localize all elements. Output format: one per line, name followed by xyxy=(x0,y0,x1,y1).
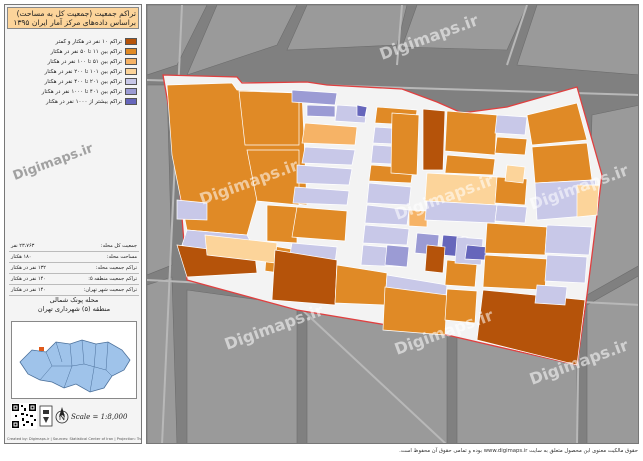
legend-item: تراکم بین ۱۱ تا ۵۰ نفر در هکتار xyxy=(51,47,137,56)
watermark-text: Digimaps.ir xyxy=(10,141,96,184)
legend-swatch xyxy=(125,78,137,85)
qr-code-icon xyxy=(11,403,37,429)
legend-swatch xyxy=(125,38,137,45)
neighborhood-title: محله پونک شمالی منطقه (۵) شهرداری تهران xyxy=(37,296,111,313)
legend-item: تراکم بین ۱۰۱ تا ۲۰۰ نفر در هکتار xyxy=(45,67,137,76)
stat-label: مساحت محله: xyxy=(106,254,137,260)
legend-item: تراکم بین ۴۰۱ تا ۱۰۰۰ نفر در هکتار xyxy=(42,87,137,96)
stat-row: مساحت محله: ۱۸۰ هکتار xyxy=(9,252,139,263)
legend-swatch xyxy=(125,98,137,105)
stat-row: جمعیت کل محله: ۲۳،۷۶۳ نفر xyxy=(9,241,139,252)
stat-value: ۱۸۰ هکتار xyxy=(11,254,32,260)
tehran-inset-map xyxy=(11,321,137,399)
tehran-districts-shape xyxy=(19,339,131,393)
legend-swatch xyxy=(125,88,137,95)
stat-label: تراکم جمعیت شهر تهران: xyxy=(83,287,137,293)
stat-label: جمعیت کل محله: xyxy=(100,243,137,249)
inset-map-svg xyxy=(19,339,131,393)
north-arrow-icon xyxy=(55,407,69,424)
stat-value: ۱۴۰ نفر در هکتار xyxy=(11,287,46,293)
digimaps-logo-icon xyxy=(39,405,53,427)
map-sheet: تراکم جمعیت (جمعیت کل به مساحت) براساس د… xyxy=(0,0,643,461)
stat-label: تراکم جمعیت منطقه ۵: xyxy=(88,276,137,282)
neighborhood-marker xyxy=(39,347,44,351)
stat-value: ۲۳،۷۶۳ نفر xyxy=(11,243,35,249)
legend-panel: تراکم جمعیت (جمعیت کل به مساحت) براساس د… xyxy=(4,4,142,444)
legend-label: تراکم بین ۲۰۱ تا ۴۰۰ نفر در هکتار xyxy=(44,78,122,85)
stat-value: ۱۳۲ نفر در هکتار xyxy=(11,265,46,271)
legend-swatch xyxy=(125,48,137,55)
legend-label: تراکم بین ۴۰۱ تا ۱۰۰۰ نفر در هکتار xyxy=(41,88,122,95)
copyright-footer: حقوق مالکیت معنوی این محصول متعلق به سای… xyxy=(399,448,638,454)
legend-item: تراکم بیشتر از ۱۰۰۰ نفر در هکتار xyxy=(46,97,137,106)
legend-label: تراکم بین ۵۱ تا ۱۰۰ نفر در هکتار xyxy=(47,58,122,65)
legend-item: تراکم بین ۲۰۱ تا ۴۰۰ نفر در هکتار xyxy=(45,77,137,86)
legend-label: تراکم بین ۱۰۱ تا ۲۰۰ نفر در هکتار xyxy=(44,68,122,75)
legend-label: تراکم بین ۱۱ تا ۵۰ نفر در هکتار xyxy=(50,48,122,55)
legend-label: تراکم بیشتر از ۱۰۰۰ نفر در هکتار xyxy=(45,98,122,105)
scale-text: Scale = 1:8,000 xyxy=(71,413,128,421)
stat-row: تراکم جمعیت محله: ۱۳۲ نفر در هکتار xyxy=(9,263,139,274)
map-svg: Digimaps.ir Digimaps.ir Digimaps.ir Digi… xyxy=(147,5,638,443)
stat-label: تراکم جمعیت محله: xyxy=(95,265,137,271)
stat-row: تراکم جمعیت منطقه ۵: ۱۴۰ نفر در هکتار xyxy=(9,274,139,285)
legend-title: تراکم جمعیت (جمعیت کل به مساحت) براساس د… xyxy=(7,7,139,29)
legend-title-text: تراکم جمعیت (جمعیت کل به مساحت) براساس د… xyxy=(7,7,139,29)
main-map: Digimaps.ir Digimaps.ir Digimaps.ir Digi… xyxy=(146,4,639,444)
legend-label: تراکم ۱۰ نفر در هکتار و کمتر xyxy=(55,38,122,45)
credit-text: Created by: Digimaps.ir | Sources: Stati… xyxy=(7,437,141,441)
legend-item: تراکم بین ۵۱ تا ۱۰۰ نفر در هکتار xyxy=(48,57,137,66)
stat-row: تراکم جمعیت شهر تهران: ۱۴۰ نفر در هکتار xyxy=(9,285,139,296)
legend-swatch xyxy=(125,68,137,75)
legend-swatch xyxy=(125,58,137,65)
stat-value: ۱۴۰ نفر در هکتار xyxy=(11,276,46,282)
legend-item: تراکم ۱۰ نفر در هکتار و کمتر xyxy=(56,37,137,46)
